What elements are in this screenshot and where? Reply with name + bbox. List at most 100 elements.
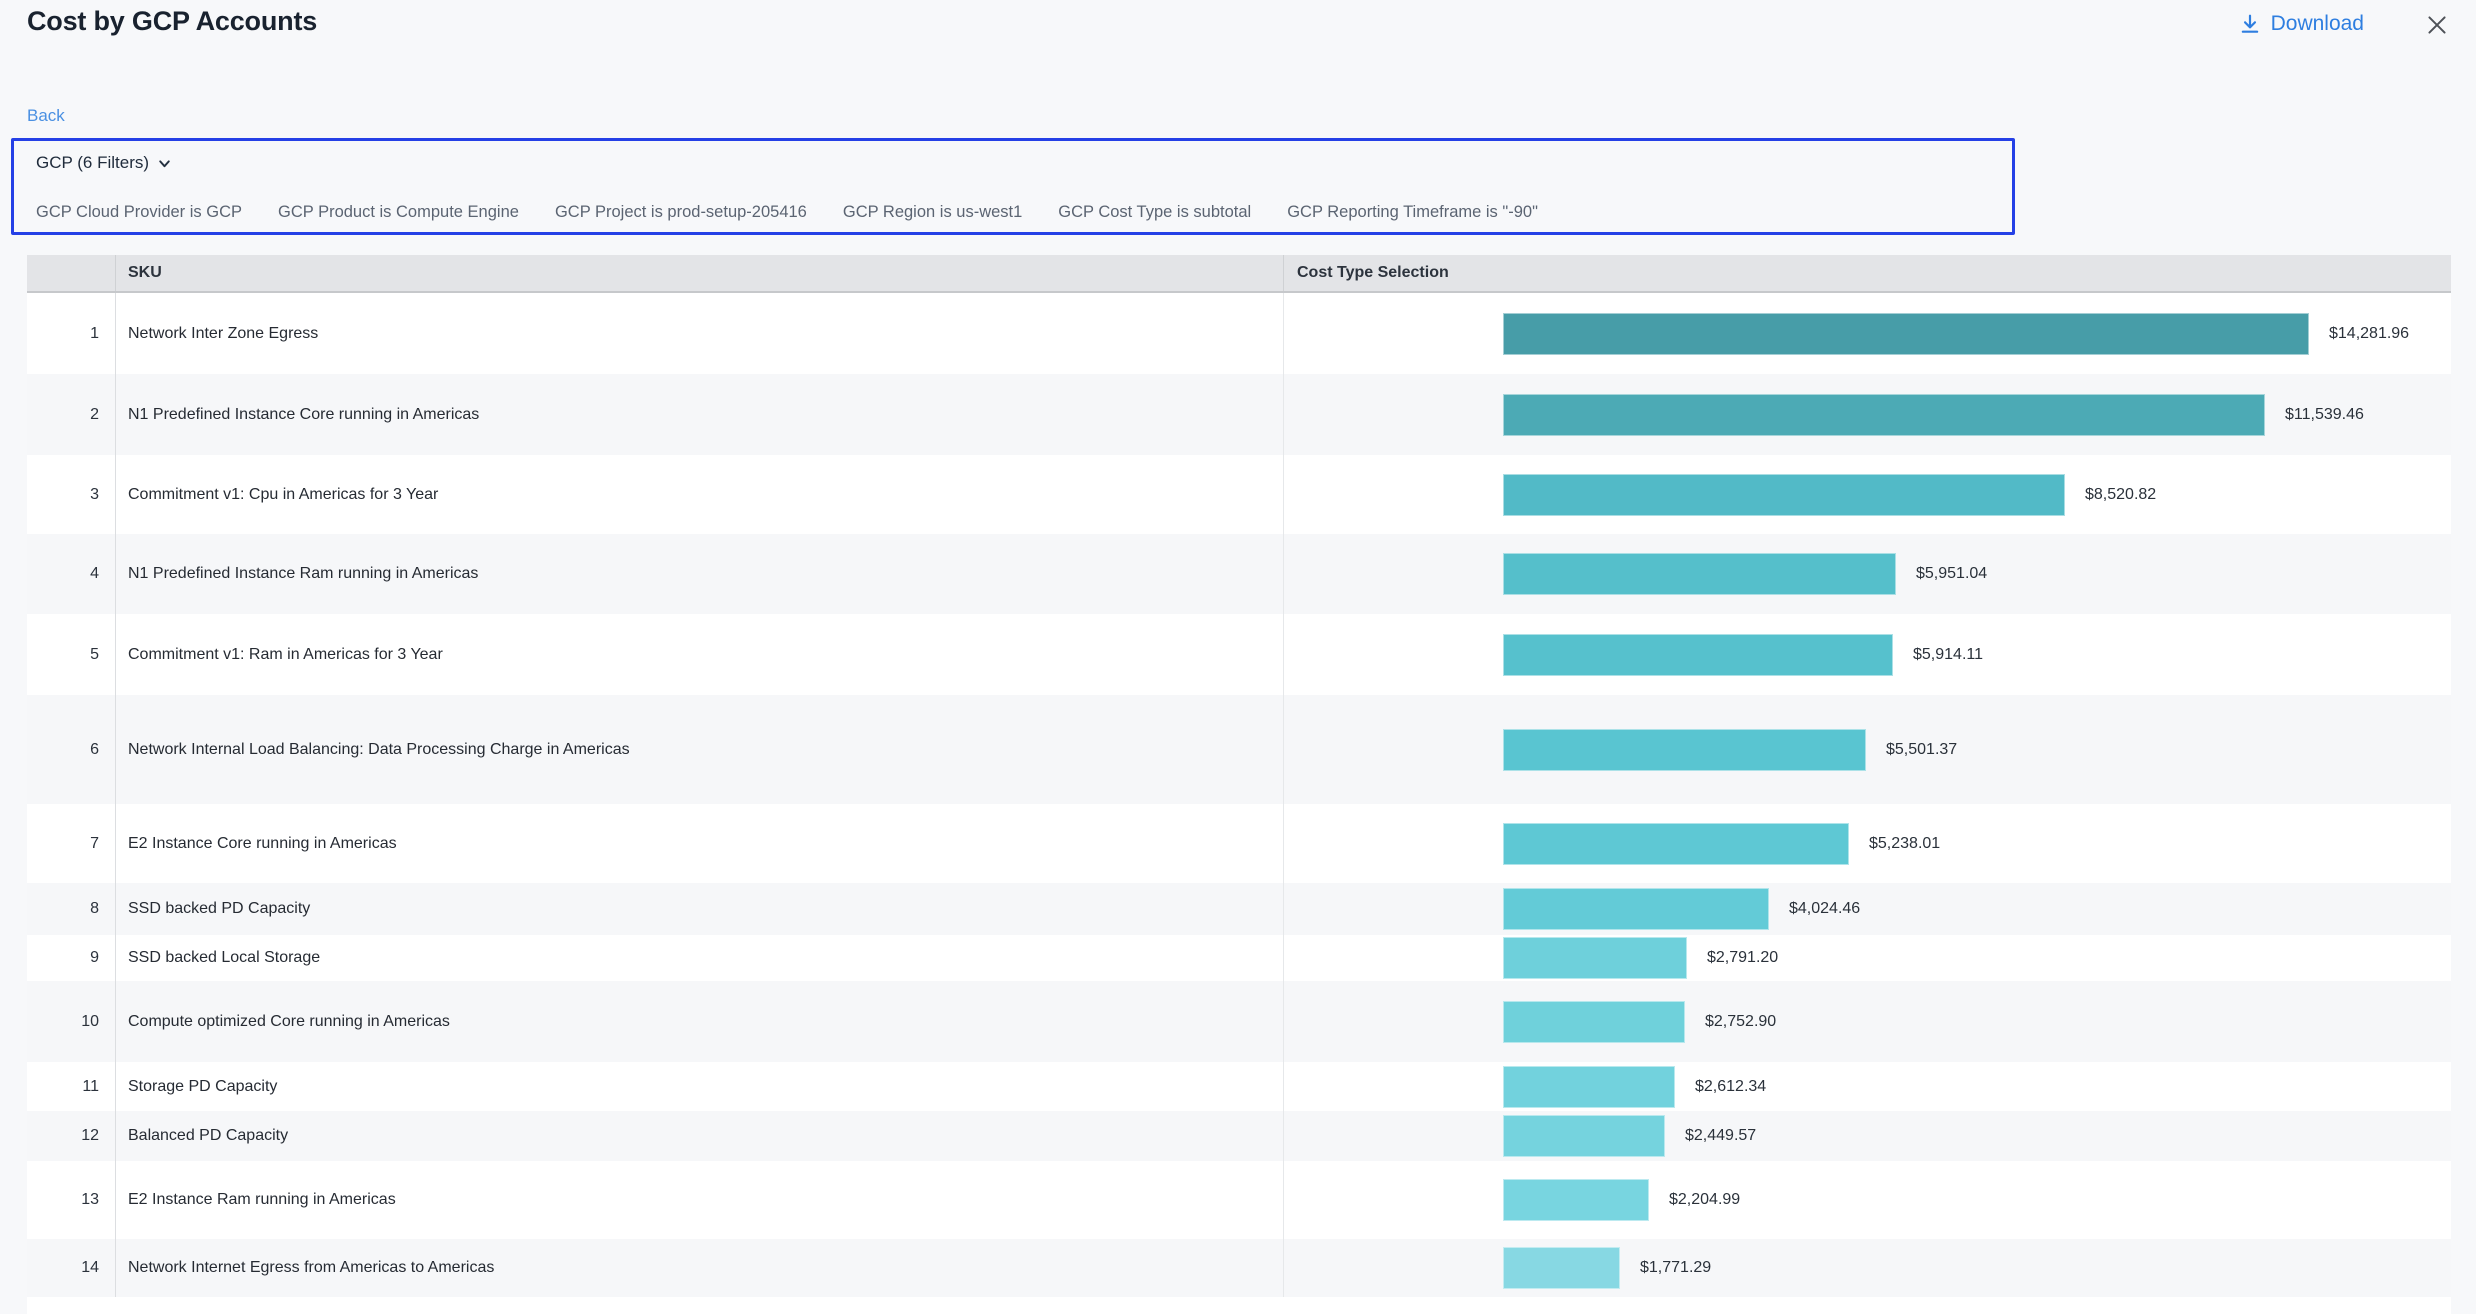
cost-value: $5,238.01 (1869, 835, 1940, 853)
download-button[interactable]: Download (2239, 12, 2364, 36)
row-number: 13 (27, 1161, 115, 1239)
row-number: 2 (27, 374, 115, 455)
row-sku: Commitment v1: Ram in Americas for 3 Yea… (115, 614, 1283, 695)
table-row[interactable]: 3 Commitment v1: Cpu in Americas for 3 Y… (27, 455, 2451, 534)
table-row[interactable]: 6 Network Internal Load Balancing: Data … (27, 695, 2451, 804)
row-sku: Network Internal Load Balancing: Data Pr… (115, 695, 1283, 804)
cost-bar (1503, 394, 2265, 436)
row-number: 9 (27, 935, 115, 981)
filter-chip[interactable]: GCP Project is prod-setup-205416 (555, 203, 807, 222)
row-sku: N1 Predefined Instance Ram running in Am… (115, 534, 1283, 614)
cost-bar (1503, 937, 1687, 979)
cost-bar (1503, 1179, 1649, 1221)
cost-bar (1503, 553, 1896, 595)
filter-chip[interactable]: GCP Reporting Timeframe is "-90" (1287, 203, 1538, 222)
table-row[interactable]: 9 SSD backed Local Storage $2,791.20 (27, 935, 2451, 981)
row-number: 7 (27, 804, 115, 883)
row-sku: Network Inter Zone Egress (115, 293, 1283, 374)
table-row[interactable]: 12 Balanced PD Capacity $2,449.57 (27, 1111, 2451, 1161)
row-number: 4 (27, 534, 115, 614)
table-row[interactable]: 4 N1 Predefined Instance Ram running in … (27, 534, 2451, 614)
cost-bar (1503, 888, 1769, 930)
row-bar-cell: $2,752.90 (1283, 981, 2451, 1062)
cost-table: SKU Cost Type Selection 1 Network Inter … (27, 255, 2451, 1314)
row-bar-cell: $1,771.29 (1283, 1239, 2451, 1297)
row-bar-cell: $2,449.57 (1283, 1111, 2451, 1161)
row-number: 10 (27, 981, 115, 1062)
table-row[interactable]: 13 E2 Instance Ram running in Americas $… (27, 1161, 2451, 1239)
cost-bar (1503, 1247, 1620, 1289)
row-sku: Network Internet Egress from Americas to… (115, 1239, 1283, 1297)
table-header: SKU Cost Type Selection (27, 255, 2451, 293)
row-sku: N1 Predefined Instance Core running in A… (115, 374, 1283, 455)
row-bar-cell: $2,204.99 (1283, 1161, 2451, 1239)
cost-bar (1503, 474, 2065, 516)
cost-value: $2,449.57 (1685, 1127, 1756, 1145)
page-title: Cost by GCP Accounts (27, 6, 317, 37)
row-sku: Balanced PD Capacity (115, 1111, 1283, 1161)
row-bar-cell: $4,024.46 (1283, 883, 2451, 935)
cost-value: $8,520.82 (2085, 486, 2156, 504)
back-link[interactable]: Back (27, 106, 65, 126)
row-bar-cell: $8,520.82 (1283, 455, 2451, 534)
row-number: 11 (27, 1062, 115, 1111)
row-number: 1 (27, 293, 115, 374)
filter-chip[interactable]: GCP Region is us-west1 (843, 203, 1022, 222)
cost-bar (1503, 823, 1849, 865)
table-row[interactable]: 7 E2 Instance Core running in Americas $… (27, 804, 2451, 883)
download-label: Download (2271, 12, 2364, 36)
table-row[interactable]: 11 Storage PD Capacity $2,612.34 (27, 1062, 2451, 1111)
close-button[interactable] (2422, 10, 2452, 40)
row-sku: SSD backed PD Capacity (115, 883, 1283, 935)
row-sku: E2 Instance Ram running in Americas (115, 1161, 1283, 1239)
row-number: 5 (27, 614, 115, 695)
table-bottom-sliver (27, 1297, 2451, 1314)
row-bar-cell: $11,539.46 (1283, 374, 2451, 455)
filter-group-toggle[interactable]: GCP (6 Filters) (36, 153, 172, 173)
close-icon (2424, 12, 2450, 38)
row-number: 8 (27, 883, 115, 935)
row-sku: SSD backed Local Storage (115, 935, 1283, 981)
cost-value: $1,771.29 (1640, 1259, 1711, 1277)
filter-chip[interactable]: GCP Cloud Provider is GCP (36, 203, 242, 222)
filter-chip[interactable]: GCP Cost Type is subtotal (1058, 203, 1251, 222)
row-number: 6 (27, 695, 115, 804)
row-bar-cell: $5,914.11 (1283, 614, 2451, 695)
row-number: 14 (27, 1239, 115, 1297)
table-row[interactable]: 1 Network Inter Zone Egress $14,281.96 (27, 293, 2451, 374)
row-bar-cell: $2,612.34 (1283, 1062, 2451, 1111)
cost-value: $5,914.11 (1913, 646, 1983, 664)
row-sku: Storage PD Capacity (115, 1062, 1283, 1111)
row-bar-cell: $2,791.20 (1283, 935, 2451, 981)
table-body: 1 Network Inter Zone Egress $14,281.96 2… (27, 293, 2451, 1297)
cost-value: $14,281.96 (2329, 325, 2409, 343)
table-row[interactable]: 10 Compute optimized Core running in Ame… (27, 981, 2451, 1062)
table-row[interactable]: 2 N1 Predefined Instance Core running in… (27, 374, 2451, 455)
chevron-down-icon (157, 156, 172, 171)
cost-bar (1503, 313, 2309, 355)
row-number: 12 (27, 1111, 115, 1161)
cost-bar (1503, 1066, 1675, 1108)
cost-value: $2,612.34 (1695, 1078, 1766, 1096)
cost-value: $2,791.20 (1707, 949, 1778, 967)
table-row[interactable]: 5 Commitment v1: Ram in Americas for 3 Y… (27, 614, 2451, 695)
row-bar-cell: $5,238.01 (1283, 804, 2451, 883)
row-bar-cell: $5,501.37 (1283, 695, 2451, 804)
column-header-cost-type: Cost Type Selection (1283, 255, 2451, 291)
download-icon (2239, 13, 2261, 35)
row-sku: Compute optimized Core running in Americ… (115, 981, 1283, 1062)
filter-group-label: GCP (6 Filters) (36, 153, 149, 173)
filter-chip[interactable]: GCP Product is Compute Engine (278, 203, 519, 222)
table-row[interactable]: 8 SSD backed PD Capacity $4,024.46 (27, 883, 2451, 935)
filter-panel: GCP (6 Filters) GCP Cloud Provider is GC… (11, 138, 2015, 235)
cost-value: $5,501.37 (1886, 741, 1957, 759)
column-header-number (27, 255, 115, 291)
cost-bar (1503, 1001, 1685, 1043)
row-bar-cell: $14,281.96 (1283, 293, 2451, 374)
row-bar-cell: $5,951.04 (1283, 534, 2451, 614)
table-row[interactable]: 14 Network Internet Egress from Americas… (27, 1239, 2451, 1297)
row-number: 3 (27, 455, 115, 534)
cost-bar (1503, 634, 1893, 676)
row-sku: Commitment v1: Cpu in Americas for 3 Yea… (115, 455, 1283, 534)
cost-value: $11,539.46 (2285, 406, 2364, 424)
